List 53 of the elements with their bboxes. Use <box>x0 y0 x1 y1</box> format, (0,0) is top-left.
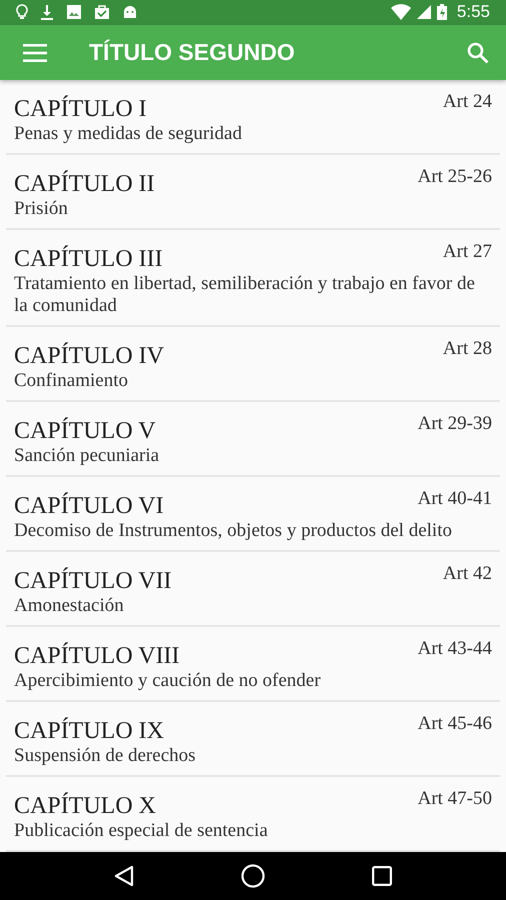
chapter-description: Publicación especial de sentencia <box>14 820 269 842</box>
chapter-item[interactable]: CAPÍTULO VI Art 40-41 Decomiso de Instrumentos, objetos y productos del delito <box>6 477 500 552</box>
article-range: Art 25-26 <box>418 166 492 188</box>
chapter-title: CAPÍTULO III <box>14 245 163 274</box>
article-range: Art 27 <box>442 241 492 264</box>
home-icon[interactable] <box>240 864 265 888</box>
chapter-title: CAPÍTULO V <box>14 417 156 446</box>
chapter-title: CAPÍTULO VII <box>14 567 172 596</box>
chapter-description: Prisión <box>14 198 69 220</box>
wifi-icon <box>390 4 411 20</box>
download-icon <box>40 4 54 20</box>
clock-time: 5:55 <box>456 2 490 22</box>
chapter-title: CAPÍTULO VIII <box>14 642 180 670</box>
search-icon[interactable] <box>467 42 489 64</box>
article-range: Art 47-50 <box>418 788 492 810</box>
screen-title: TÍTULO SEGUNDO <box>89 39 296 66</box>
chapter-title: CAPÍTULO II <box>14 170 155 198</box>
signal-icon <box>416 5 431 20</box>
chapter-description: Tratamiento en libertad, semiliberación y trabajo en favor de la comunidad <box>14 273 476 318</box>
battery-icon <box>436 4 447 20</box>
article-range: Art 45-46 <box>418 713 492 736</box>
chapter-description: Amonestación <box>14 595 125 618</box>
chapter-title: CAPÍTULO X <box>14 792 156 820</box>
chapter-title: CAPÍTULO IV <box>14 342 164 370</box>
chapter-title: CAPÍTULO I <box>14 95 147 124</box>
chapter-item[interactable]: CAPÍTULO VIII Art 43-44 Apercibimiento y caución de no ofender <box>6 627 500 702</box>
chapter-title: CAPÍTULO IX <box>14 717 164 746</box>
chapter-item[interactable]: CAPÍTULO III Art 27 Tratamiento en libertad, semiliberación y trabajo en favor de la comunidad <box>6 230 500 328</box>
article-range: Art 24 <box>442 91 492 114</box>
chapter-description: Apercibimiento y caución de no ofender <box>14 670 322 692</box>
chapter-item[interactable]: CAPÍTULO IV Art 28 Confinamiento <box>6 327 500 402</box>
chapter-description: Decomiso de Instrumentos, objetos y productos del delito <box>14 520 453 542</box>
chapter-description: Suspensión de derechos <box>14 745 197 768</box>
chapter-description: Sanción pecuniaria <box>14 445 160 468</box>
article-range: Art 42 <box>442 563 492 586</box>
chapter-description: Confinamiento <box>14 370 129 392</box>
recents-icon[interactable] <box>372 866 392 886</box>
image-icon <box>66 4 82 20</box>
chapter-item[interactable]: CAPÍTULO II Art 25-26 Prisión <box>6 155 500 230</box>
article-range: Art 43-44 <box>418 638 492 660</box>
chapter-item[interactable]: CAPÍTULO IX Art 45-46 Suspensión de derechos <box>6 702 500 778</box>
shopping-bag-icon <box>94 4 110 20</box>
lightbulb-icon <box>16 4 28 20</box>
back-icon[interactable] <box>114 865 134 888</box>
chapter-description: Penas y medidas de seguridad <box>14 123 243 146</box>
article-range: Art 28 <box>442 338 492 360</box>
article-range: Art 40-41 <box>418 488 492 510</box>
chapter-title: CAPÍTULO VI <box>14 492 164 520</box>
menu-icon[interactable] <box>23 44 47 62</box>
chapter-item[interactable]: CAPÍTULO VII Art 42 Amonestación <box>6 552 500 628</box>
chapter-item[interactable]: CAPÍTULO I Art 24 Penas y medidas de seguridad <box>6 80 500 156</box>
article-range: Art 29-39 <box>418 413 492 436</box>
chapter-item[interactable]: CAPÍTULO V Art 29-39 Sanción pecuniaria <box>6 402 500 478</box>
